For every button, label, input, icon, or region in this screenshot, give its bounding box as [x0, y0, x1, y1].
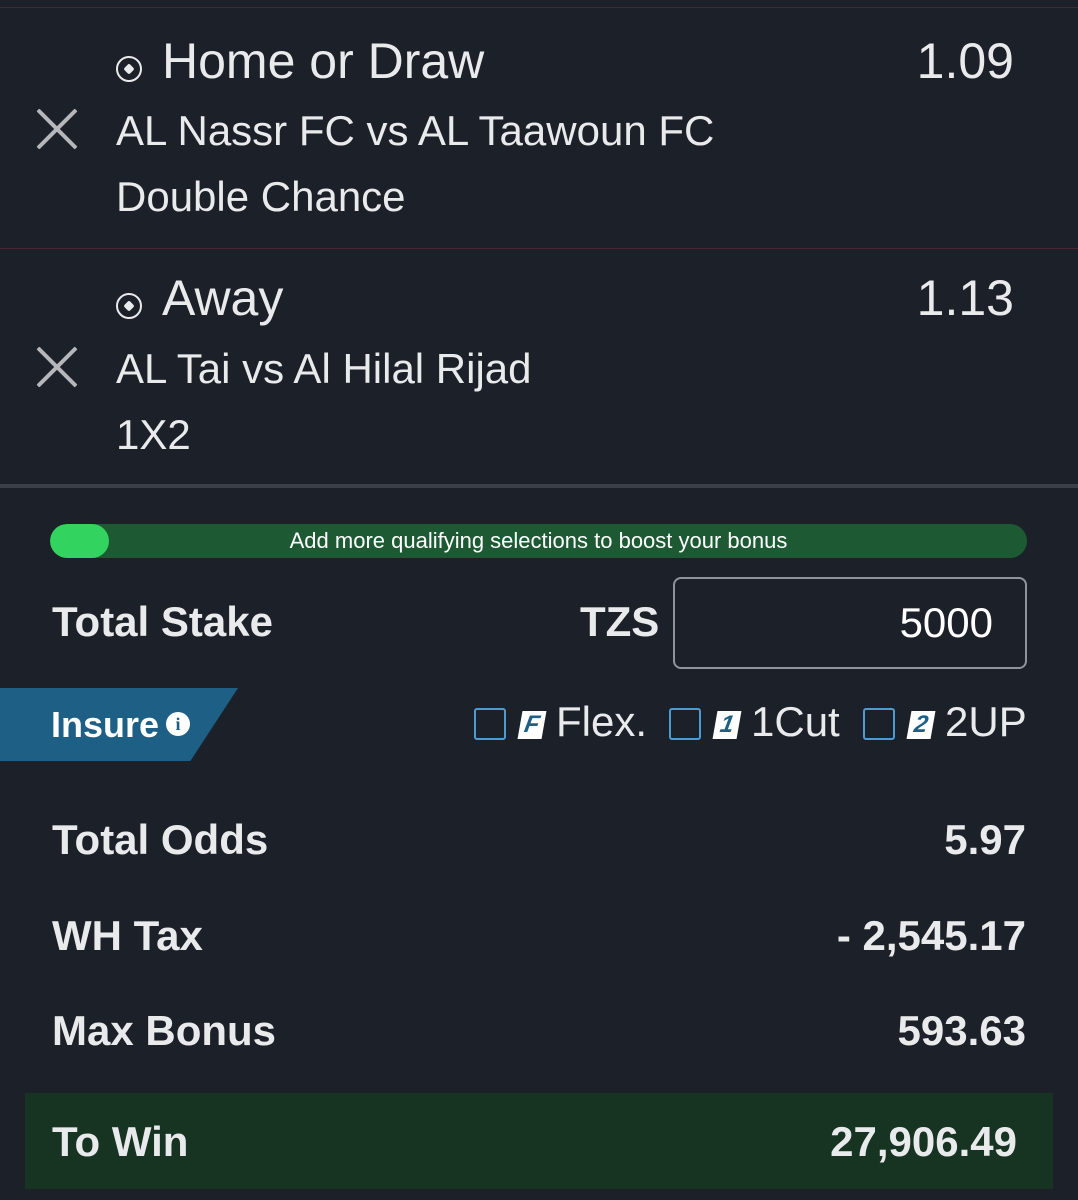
selection-odds: 1.13 — [916, 270, 1014, 326]
checkbox[interactable] — [474, 708, 506, 740]
bet-selection: Home or Draw 1.09 AL Nassr FC vs AL Taaw… — [0, 7, 1078, 249]
remove-selection-icon[interactable] — [34, 344, 80, 390]
flex-badge-icon: F — [517, 711, 547, 739]
total-stake-label: Total Stake — [52, 598, 273, 645]
insure-option-label: Flex. — [556, 698, 648, 745]
bonus-message: Add more qualifying selections to boost … — [289, 528, 788, 553]
currency-label: TZS — [580, 598, 660, 645]
max-bonus-label: Max Bonus — [52, 1007, 277, 1054]
bet-selection: Away 1.13 AL Tai vs Al Hilal Rijad 1X2 — [0, 248, 1078, 488]
wh-tax-value: - 2,545.17 — [836, 912, 1026, 959]
selection-odds: 1.09 — [916, 33, 1014, 89]
insure-option-label: 2UP — [945, 698, 1027, 745]
to-win-value: 27,906.49 — [830, 1118, 1017, 1165]
total-odds-label: Total Odds — [52, 816, 269, 863]
2up-badge-icon: 2 — [906, 711, 936, 739]
checkbox[interactable] — [863, 708, 895, 740]
max-bonus-value: 593.63 — [897, 1007, 1026, 1054]
bonus-progress-bar: Add more qualifying selections to boost … — [50, 524, 1027, 558]
info-icon[interactable]: i — [166, 712, 190, 736]
to-win-label: To Win — [52, 1118, 189, 1165]
selection-match: AL Nassr FC vs AL Taawoun FC — [116, 107, 715, 154]
stake-input[interactable] — [673, 577, 1027, 669]
to-win-bar: To Win 27,906.49 — [25, 1093, 1053, 1189]
total-odds-value: 5.97 — [944, 816, 1026, 863]
soccer-ball-icon — [116, 293, 142, 319]
selection-market: Double Chance — [116, 173, 406, 220]
selection-match: AL Tai vs Al Hilal Rijad — [116, 345, 532, 392]
insure-option-label: 1Cut — [751, 698, 840, 745]
1cut-badge-icon: 1 — [712, 711, 742, 739]
selection-pick: Home or Draw — [162, 33, 485, 89]
wh-tax-label: WH Tax — [52, 912, 203, 959]
selection-pick: Away — [162, 270, 284, 326]
remove-selection-icon[interactable] — [34, 106, 80, 152]
insure-label: Insure — [51, 704, 160, 745]
checkbox[interactable] — [669, 708, 701, 740]
soccer-ball-icon — [116, 56, 142, 82]
selection-market: 1X2 — [116, 411, 191, 458]
